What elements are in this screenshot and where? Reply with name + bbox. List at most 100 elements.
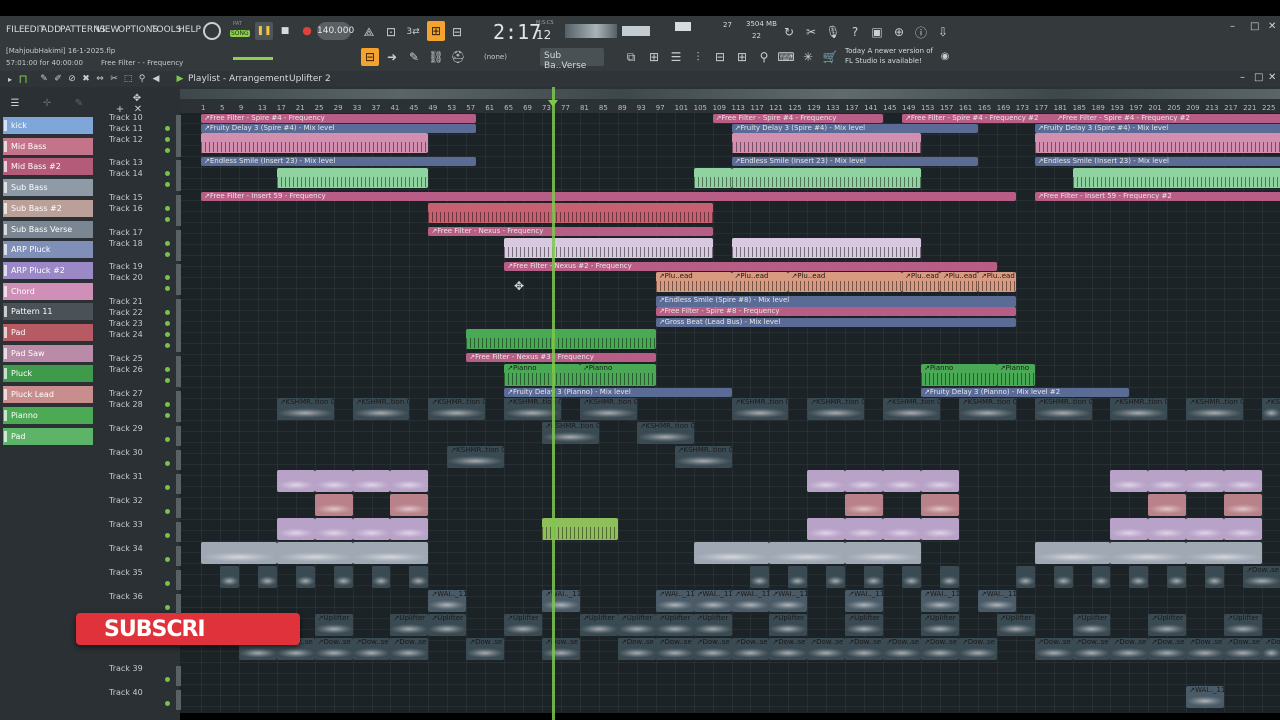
clip[interactable]: [807, 518, 846, 540]
channel-button[interactable]: ARP Pluck: [3, 241, 93, 259]
track-name[interactable]: Track 19: [109, 262, 143, 271]
clip[interactable]: ↗Dow..se: [1034, 638, 1073, 660]
track-name[interactable]: Track 11: [109, 124, 143, 133]
clip[interactable]: ↗Dow..se: [921, 638, 959, 660]
track-name[interactable]: Track 14: [109, 169, 143, 178]
clip[interactable]: [1091, 566, 1111, 588]
track-name[interactable]: Track 26: [109, 365, 143, 374]
clip[interactable]: [807, 470, 846, 492]
clip[interactable]: ↗Uplifter: [390, 614, 429, 636]
clip[interactable]: ↗WAI.._11: [769, 590, 808, 612]
menu-add[interactable]: ADD: [41, 25, 61, 35]
clip[interactable]: ↗KSHMR..tion 03: [1186, 398, 1244, 420]
menu-tools[interactable]: TOOLS: [151, 25, 181, 35]
download-icon[interactable]: ⇩: [934, 23, 952, 41]
clip[interactable]: [1110, 518, 1149, 540]
track-name[interactable]: Track 21: [109, 297, 143, 306]
track-mute-dot[interactable]: [165, 241, 170, 246]
clip[interactable]: ↗Uplifter: [579, 614, 618, 636]
clip[interactable]: ↗KSHMR..tion 03: [731, 398, 789, 420]
clip[interactable]: ↗Dow..se: [1186, 638, 1225, 660]
clip[interactable]: ↗Uplifter: [428, 614, 467, 636]
clip[interactable]: ↗Plu..ead: [939, 272, 978, 292]
clip[interactable]: ↗Pianno: [579, 364, 656, 386]
clip[interactable]: [314, 494, 353, 516]
record-button[interactable]: ●: [298, 22, 316, 40]
clip[interactable]: ↗WAI.._11: [693, 590, 732, 612]
clip[interactable]: [883, 518, 921, 540]
clip[interactable]: ↗Free Filter - Insert 59 - Frequency #2: [1034, 192, 1280, 201]
track-mute-dot[interactable]: [165, 275, 170, 280]
clip[interactable]: ↗KSHMR..tion 03: [1034, 398, 1092, 420]
plugin-icon[interactable]: ⊕: [890, 23, 908, 41]
clip[interactable]: ↗Free Filter - Spire #8 - Frequency: [655, 307, 1016, 316]
clip[interactable]: ↗Dow..se: [845, 638, 884, 660]
clip[interactable]: ↗KSHMR..tion 03: [1262, 398, 1280, 420]
clip[interactable]: [466, 329, 656, 349]
track-handle[interactable]: [176, 137, 181, 157]
playhead-marker[interactable]: [548, 100, 558, 107]
clip[interactable]: [845, 542, 921, 564]
clip[interactable]: ↗Plu..ead: [788, 272, 903, 292]
track-name[interactable]: Track 32: [109, 496, 143, 505]
clip[interactable]: [1167, 566, 1187, 588]
track-name[interactable]: Track 10: [109, 113, 143, 122]
track-name[interactable]: Track 13: [109, 158, 143, 167]
clip[interactable]: [257, 566, 277, 588]
track-mute-dot[interactable]: [165, 701, 170, 706]
clip[interactable]: ↗Free Filter - Insert 59 - Frequency: [201, 192, 1016, 201]
channel-button[interactable]: Pluck Lead: [3, 386, 93, 404]
track-name[interactable]: Track 36: [109, 592, 143, 601]
clip[interactable]: ↗Endless Smile (Spire #8) - Mix level: [655, 296, 1016, 307]
clip[interactable]: ↗Free Filter - Nexus #3 - Frequency: [466, 353, 656, 362]
channel-button[interactable]: Chord: [3, 282, 93, 300]
clip[interactable]: [693, 168, 732, 188]
clip[interactable]: ↗Dow..se: [693, 638, 732, 660]
channel-button[interactable]: Sub Bass Verse: [3, 220, 93, 238]
clip[interactable]: ↗KSHMR..tion 03: [674, 446, 732, 468]
track-mute-dot[interactable]: [165, 343, 170, 348]
clip[interactable]: ↗Dow..se: [1224, 638, 1263, 660]
track-mute-dot[interactable]: [165, 557, 170, 562]
clip[interactable]: [1053, 566, 1073, 588]
slice-tool-icon[interactable]: ✂: [108, 73, 120, 85]
clip[interactable]: ↗Uplifter: [1224, 614, 1263, 636]
subscribe-overlay[interactable]: SUBSCRI: [76, 613, 300, 645]
clip[interactable]: ↗Uplifter: [1072, 614, 1111, 636]
clip[interactable]: ↗Dow..se: [883, 638, 921, 660]
clip[interactable]: ↗Fruity Delay 3 (Spire #4) - Mix level: [731, 124, 978, 133]
track-name[interactable]: Track 31: [109, 472, 143, 481]
track-handle[interactable]: [176, 594, 181, 614]
track-name[interactable]: Track 34: [109, 544, 143, 553]
clip[interactable]: ↗WAI.._11: [1186, 686, 1225, 708]
clip[interactable]: [1224, 518, 1263, 540]
clip[interactable]: ↗Uplifter: [1148, 614, 1187, 636]
playhead[interactable]: [552, 87, 555, 720]
track-name[interactable]: Track 23: [109, 319, 143, 328]
clip[interactable]: [1186, 470, 1225, 492]
clip[interactable]: [333, 566, 353, 588]
clip[interactable]: ↗Free Filter - Nexus #2 - Frequency: [504, 262, 997, 271]
clip[interactable]: [921, 494, 959, 516]
clip[interactable]: ↗Fruity Delay 3 (Pianno) - Mix level: [504, 388, 732, 397]
stamp-icon[interactable]: ⛑: [449, 48, 467, 66]
metronome-icon[interactable]: ⟁: [361, 24, 377, 40]
mixer-icon[interactable]: ☰: [667, 48, 685, 66]
clip[interactable]: ↗KSHMR..tion 03: [958, 398, 1016, 420]
save-icon[interactable]: ▣: [868, 23, 886, 41]
channel-button[interactable]: Pianno: [3, 406, 93, 424]
browser-icon[interactable]: ⊟: [711, 48, 729, 66]
clip[interactable]: ↗Plu..ead: [655, 272, 732, 292]
clip[interactable]: [1148, 494, 1187, 516]
menu-file[interactable]: FILE: [6, 25, 25, 35]
track-mute-dot[interactable]: [165, 485, 170, 490]
tools-icon[interactable]: ✳: [799, 48, 817, 66]
draw-tool-icon[interactable]: ✎: [38, 73, 50, 85]
arrow-right-icon[interactable]: ➜: [383, 48, 401, 66]
track-handle[interactable]: [176, 241, 181, 261]
clip[interactable]: [314, 518, 353, 540]
clip[interactable]: ↗Endless Smile (Insert 23) - Mix level: [201, 157, 476, 166]
mute-tool-icon[interactable]: ✖: [80, 73, 92, 85]
clip[interactable]: [902, 566, 921, 588]
panel-add-icon[interactable]: ✛: [40, 97, 54, 109]
